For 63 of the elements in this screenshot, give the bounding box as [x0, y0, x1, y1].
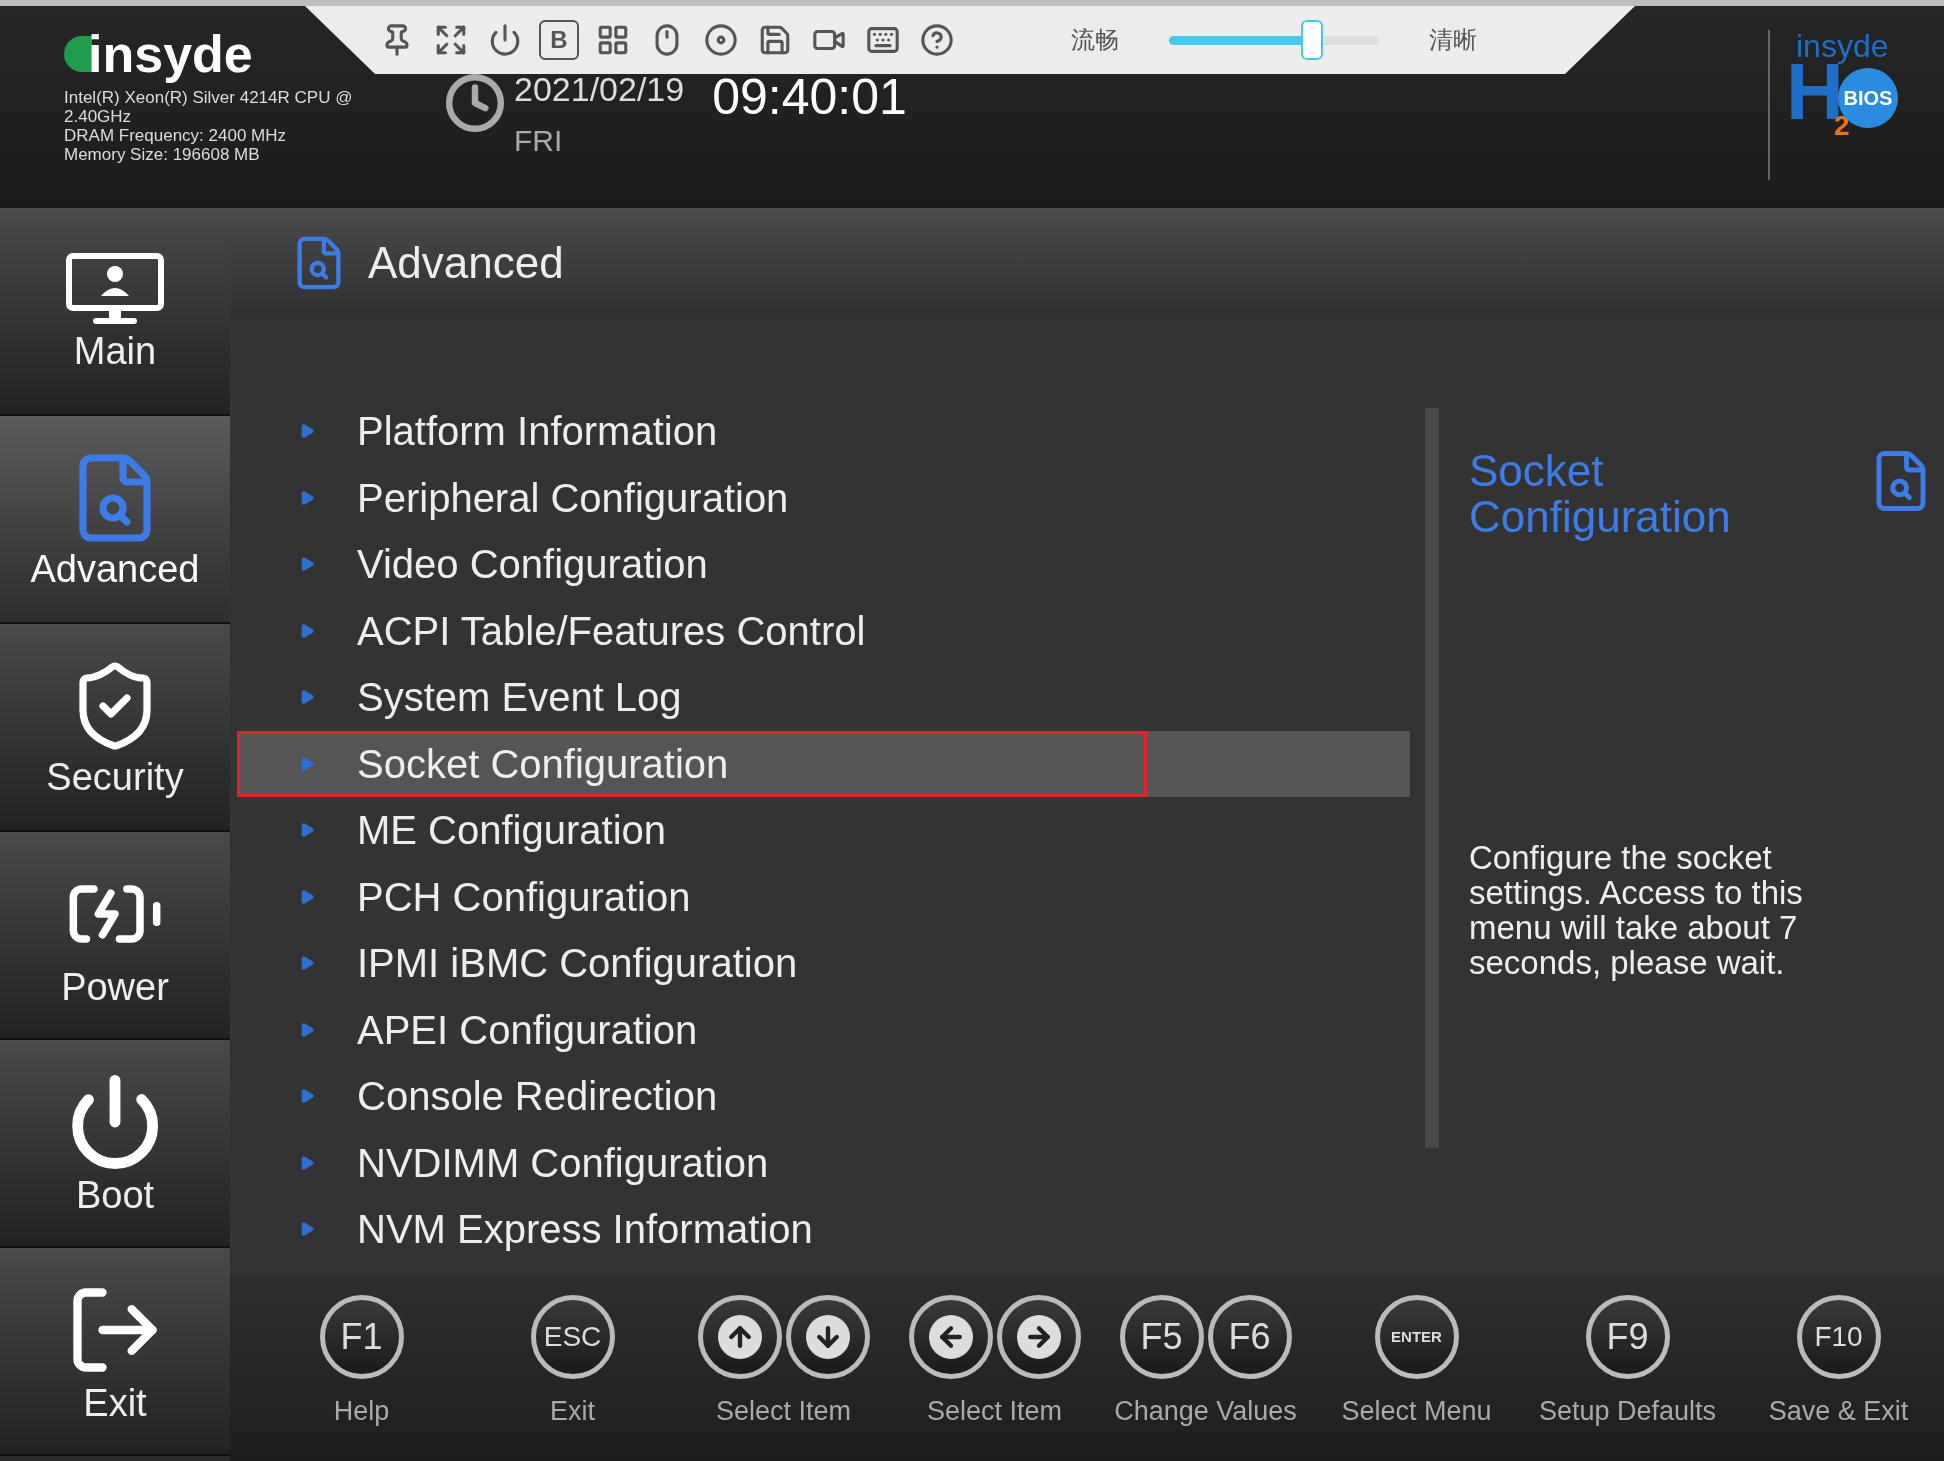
- key-label: Exit: [550, 1395, 595, 1428]
- arrow-icon: [299, 1021, 315, 1038]
- key-cap[interactable]: ENTER: [1374, 1295, 1459, 1379]
- arrow-icon: [299, 955, 315, 972]
- menu-item[interactable]: ACPI Table/Features Control: [237, 597, 1410, 664]
- arrow-icon: [299, 888, 315, 905]
- key-cap[interactable]: ESC: [530, 1295, 615, 1379]
- key-cap[interactable]: F10: [1796, 1295, 1881, 1379]
- logo-swoosh-icon: [64, 36, 92, 72]
- clock-icon: [444, 72, 506, 134]
- menu-item[interactable]: NVM Express Information: [237, 1196, 1410, 1263]
- arrow-icon: [299, 489, 315, 506]
- key-cap[interactable]: F1: [319, 1295, 404, 1379]
- sharp-label: 清晰: [1429, 25, 1477, 55]
- key-cap[interactable]: F5: [1119, 1295, 1204, 1379]
- weekday-text: FRI: [514, 123, 564, 159]
- arrow-icon: [299, 755, 315, 772]
- arrow-icon: [299, 822, 315, 839]
- sidebar-tab[interactable]: Main: [0, 208, 230, 416]
- sidebar-tab[interactable]: Power: [0, 832, 230, 1040]
- arrow-icon: [299, 689, 315, 706]
- arrow-icon: [299, 1088, 315, 1105]
- arrow-icon: [299, 556, 315, 573]
- help-title: Socket Configuration: [1469, 448, 1732, 540]
- time-text: 09:40:01: [712, 72, 907, 122]
- bold-letter-button[interactable]: B: [539, 20, 579, 60]
- menu-item[interactable]: NVDIMM Configuration: [237, 1129, 1410, 1196]
- date-text: 2021/02/19: [514, 72, 685, 106]
- key-label: Help: [333, 1395, 390, 1428]
- system-info-text: Memory Size: 196608 MB: [64, 145, 261, 164]
- page-title: Advanced: [368, 237, 564, 289]
- sidebar-tab[interactable]: Advanced: [0, 416, 230, 624]
- arrow-icon: [299, 1154, 315, 1171]
- help-description: Configure the socket settings. Access to this menu will take about 7 seconds, please wait.: [1469, 840, 1804, 980]
- menu-item[interactable]: IPMI iBMC Configuration: [237, 930, 1410, 997]
- menu-item[interactable]: Socket Configuration: [237, 730, 1410, 797]
- sidebar-tab[interactable]: Exit: [0, 1248, 230, 1456]
- menu-item[interactable]: Video Configuration: [237, 531, 1410, 598]
- menu-item[interactable]: System Event Log: [237, 664, 1410, 731]
- sidebar-tab[interactable]: Boot: [0, 1040, 230, 1248]
- menu-item[interactable]: Peripheral Configuration: [237, 464, 1410, 531]
- menu-item[interactable]: Platform Information: [237, 398, 1410, 465]
- key-label: Select Item: [926, 1395, 1063, 1428]
- sidebar-tab[interactable]: Security: [0, 624, 230, 832]
- arrow-icon: [299, 1221, 315, 1238]
- smooth-label: 流畅: [1071, 25, 1119, 55]
- menu-item[interactable]: APEI Configuration: [237, 996, 1410, 1063]
- key-cap[interactable]: F6: [1207, 1295, 1292, 1379]
- system-info-text: 2.40GHz: [64, 107, 133, 126]
- quality-slider[interactable]: [1169, 20, 1379, 60]
- arrow-icon: [299, 423, 315, 440]
- system-info-text: DRAM Frequency: 2400 MHz: [64, 126, 288, 145]
- menu-item[interactable]: PCH Configuration: [237, 863, 1410, 930]
- key-label: Select Menu: [1341, 1395, 1492, 1428]
- system-info-text: Intel(R) Xeon(R) Silver 4214R CPU @: [64, 88, 354, 107]
- arrow-icon: [299, 622, 315, 639]
- menu-item[interactable]: ME Configuration: [237, 797, 1410, 864]
- key-cap[interactable]: F9: [1585, 1295, 1670, 1379]
- key-label: Change Values: [1114, 1395, 1297, 1428]
- key-label: Select Item: [715, 1395, 852, 1428]
- key-label: Save & Exit: [1768, 1395, 1909, 1428]
- menu-item[interactable]: Console Redirection: [237, 1063, 1410, 1130]
- key-label: Setup Defaults: [1538, 1395, 1717, 1428]
